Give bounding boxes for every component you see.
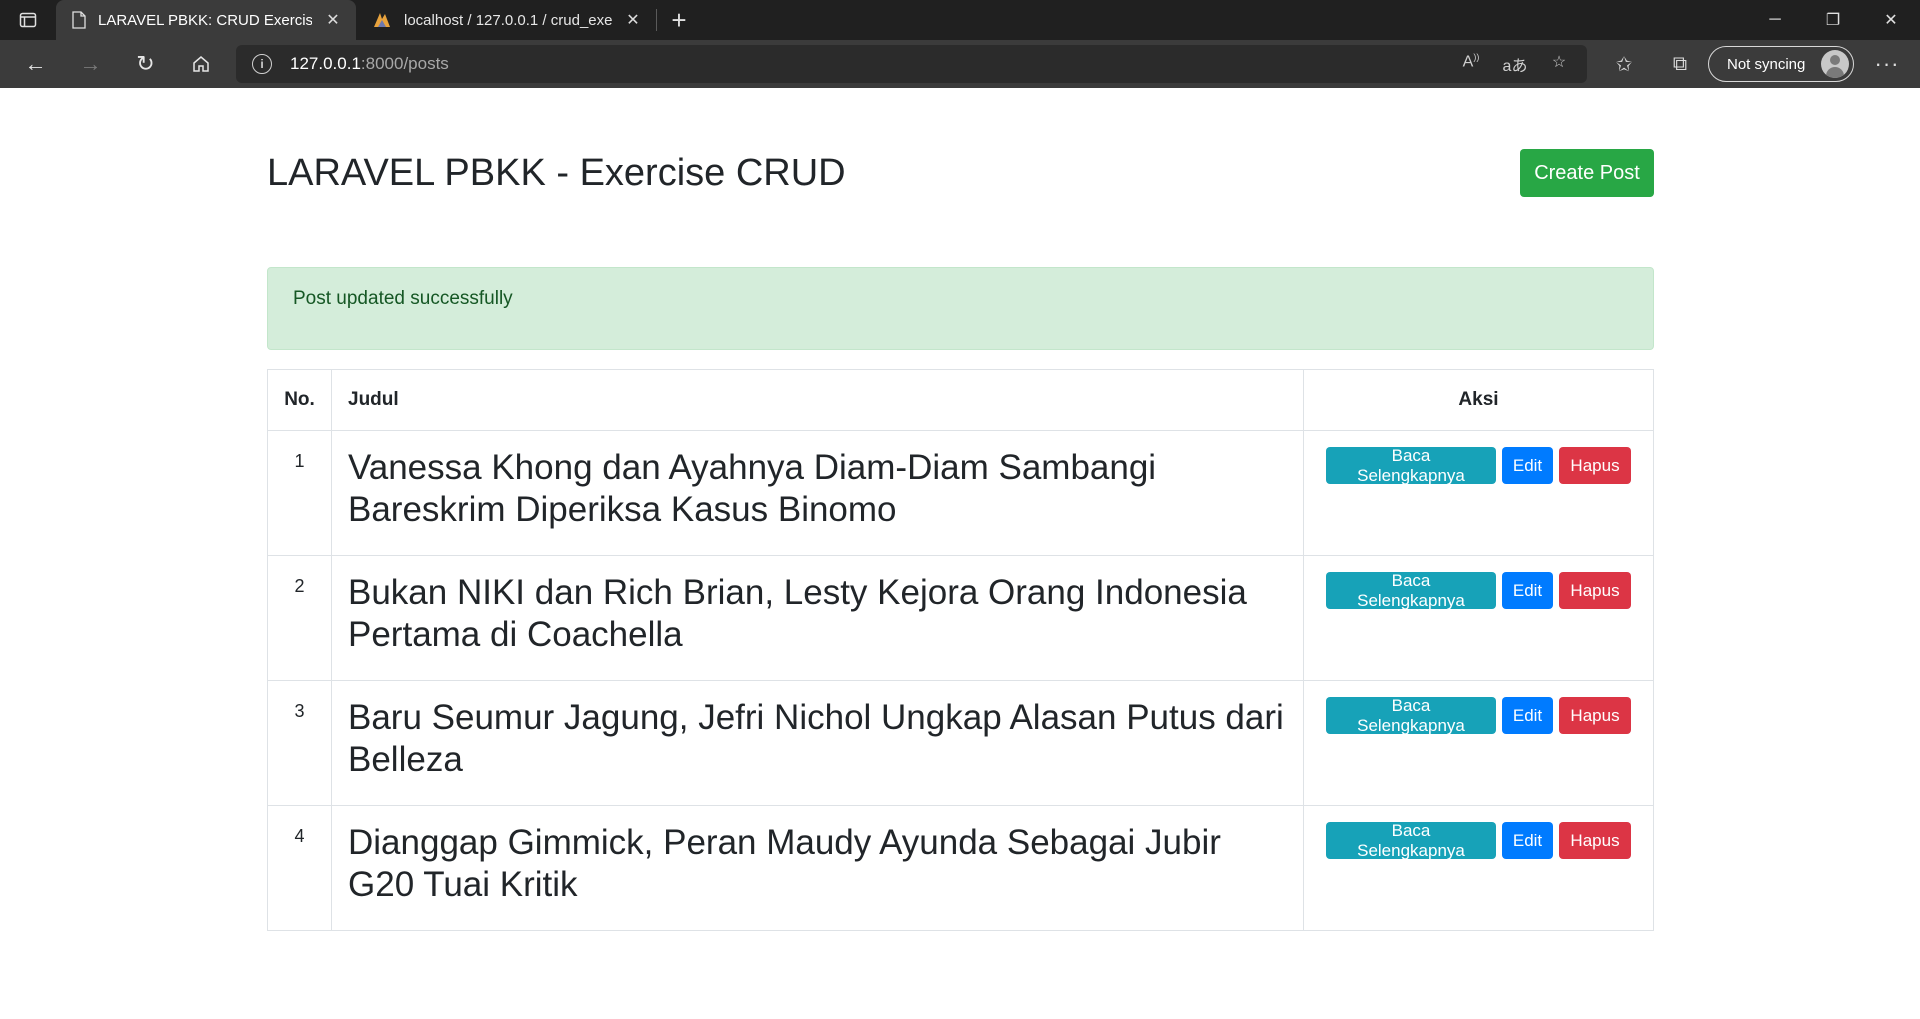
avatar [1821, 50, 1849, 78]
close-window-button[interactable]: ✕ [1862, 0, 1920, 40]
back-button[interactable]: ← [8, 40, 63, 88]
delete-button[interactable]: Hapus [1559, 697, 1631, 734]
row-actions: Baca Selengkapnya Edit Hapus [1303, 555, 1654, 681]
toolbar-right-icons: ✩ ⧉ [1596, 40, 1708, 88]
page-header: LARAVEL PBKK - Exercise CRUD Create Post [267, 148, 1654, 198]
edit-button[interactable]: Edit [1502, 447, 1553, 484]
tab-title: LARAVEL PBKK: CRUD Exercise [98, 11, 312, 29]
tab-actions-button[interactable] [0, 0, 56, 40]
collections-icon[interactable]: ⧉ [1652, 53, 1708, 76]
browser-toolbar: ← → ↻ i 127.0.0.1:8000/posts A)) aあ ☆ ✩ … [0, 40, 1920, 88]
tab-actions-icon [19, 12, 37, 28]
post-title: Vanessa Khong dan Ayahnya Diam-Diam Samb… [331, 430, 1304, 556]
page-content: LARAVEL PBKK - Exercise CRUD Create Post… [0, 88, 1920, 1019]
minimize-button[interactable]: ─ [1746, 0, 1804, 40]
read-more-button[interactable]: Baca Selengkapnya [1326, 696, 1496, 735]
read-aloud-icon[interactable]: A)) [1449, 52, 1493, 76]
new-tab-button[interactable]: + [657, 0, 701, 40]
tab-title: localhost / 127.0.0.1 / crud_exercise [404, 11, 612, 29]
browser-tab-bar: LARAVEL PBKK: CRUD Exercise ✕ localhost … [0, 0, 1920, 40]
row-number: 3 [267, 680, 332, 806]
close-tab-icon[interactable]: ✕ [624, 10, 642, 30]
more-options-button[interactable]: ··· [1862, 40, 1912, 88]
success-alert: Post updated successfully [267, 267, 1654, 350]
close-tab-icon[interactable]: ✕ [324, 10, 342, 30]
table-row: 2 Bukan NIKI dan Rich Brian, Lesty Kejor… [267, 555, 1654, 681]
address-bar[interactable]: i 127.0.0.1:8000/posts A)) aあ ☆ [236, 45, 1587, 83]
refresh-button[interactable]: ↻ [118, 40, 173, 88]
row-number: 4 [267, 805, 332, 931]
sync-label: Not syncing [1727, 55, 1806, 73]
favorites-icon[interactable]: ✩ [1596, 52, 1652, 77]
post-title: Bukan NIKI dan Rich Brian, Lesty Kejora … [331, 555, 1304, 681]
header-judul: Judul [331, 369, 1304, 431]
delete-button[interactable]: Hapus [1559, 822, 1631, 859]
window-controls: ─ ❐ ✕ [1746, 0, 1920, 40]
post-title: Dianggap Gimmick, Peran Maudy Ayunda Seb… [331, 805, 1304, 931]
read-more-button[interactable]: Baca Selengkapnya [1326, 821, 1496, 860]
plus-icon: + [671, 4, 687, 35]
edit-button[interactable]: Edit [1502, 697, 1553, 734]
home-button[interactable] [173, 40, 228, 88]
table-header-row: No. Judul Aksi [267, 369, 1654, 431]
header-aksi: Aksi [1303, 369, 1654, 431]
arrow-right-icon: → [79, 51, 102, 76]
add-favorite-icon[interactable]: ☆ [1537, 52, 1581, 76]
alert-message: Post updated successfully [293, 288, 513, 309]
url-text[interactable]: 127.0.0.1:8000/posts [290, 54, 449, 74]
read-more-button[interactable]: Baca Selengkapnya [1326, 571, 1496, 610]
site-info-icon[interactable]: i [252, 54, 272, 74]
read-more-button[interactable]: Baca Selengkapnya [1326, 446, 1496, 485]
edit-button[interactable]: Edit [1502, 822, 1553, 859]
page-icon [72, 11, 86, 29]
refresh-icon: ↻ [136, 51, 155, 76]
page-title: LARAVEL PBKK - Exercise CRUD [267, 152, 846, 194]
post-title: Baru Seumur Jagung, Jefri Nichol Ungkap … [331, 680, 1304, 806]
row-number: 1 [267, 430, 332, 556]
row-number: 2 [267, 555, 332, 681]
create-post-button[interactable]: Create Post [1520, 149, 1654, 197]
row-actions: Baca Selengkapnya Edit Hapus [1303, 680, 1654, 806]
table-row: 1 Vanessa Khong dan Ayahnya Diam-Diam Sa… [267, 430, 1654, 556]
tab-phpmyadmin[interactable]: localhost / 127.0.0.1 / crud_exercise ✕ [356, 0, 656, 40]
phpmyadmin-icon [374, 13, 390, 27]
profile-sync-button[interactable]: Not syncing [1708, 46, 1854, 82]
restore-button[interactable]: ❐ [1804, 0, 1862, 40]
delete-button[interactable]: Hapus [1559, 447, 1631, 484]
translate-icon[interactable]: aあ [1493, 52, 1537, 76]
delete-button[interactable]: Hapus [1559, 572, 1631, 609]
home-icon [192, 56, 209, 72]
row-actions: Baca Selengkapnya Edit Hapus [1303, 805, 1654, 931]
forward-button[interactable]: → [63, 40, 118, 88]
table-row: 4 Dianggap Gimmick, Peran Maudy Ayunda S… [267, 805, 1654, 931]
arrow-left-icon: ← [24, 51, 47, 76]
row-actions: Baca Selengkapnya Edit Hapus [1303, 430, 1654, 556]
tab-laravel-crud[interactable]: LARAVEL PBKK: CRUD Exercise ✕ [56, 0, 356, 40]
table-row: 3 Baru Seumur Jagung, Jefri Nichol Ungka… [267, 680, 1654, 806]
posts-table: No. Judul Aksi 1 Vanessa Khong dan Ayahn… [267, 369, 1654, 931]
more-icon: ··· [1874, 51, 1900, 76]
edit-button[interactable]: Edit [1502, 572, 1553, 609]
header-no: No. [267, 369, 332, 431]
